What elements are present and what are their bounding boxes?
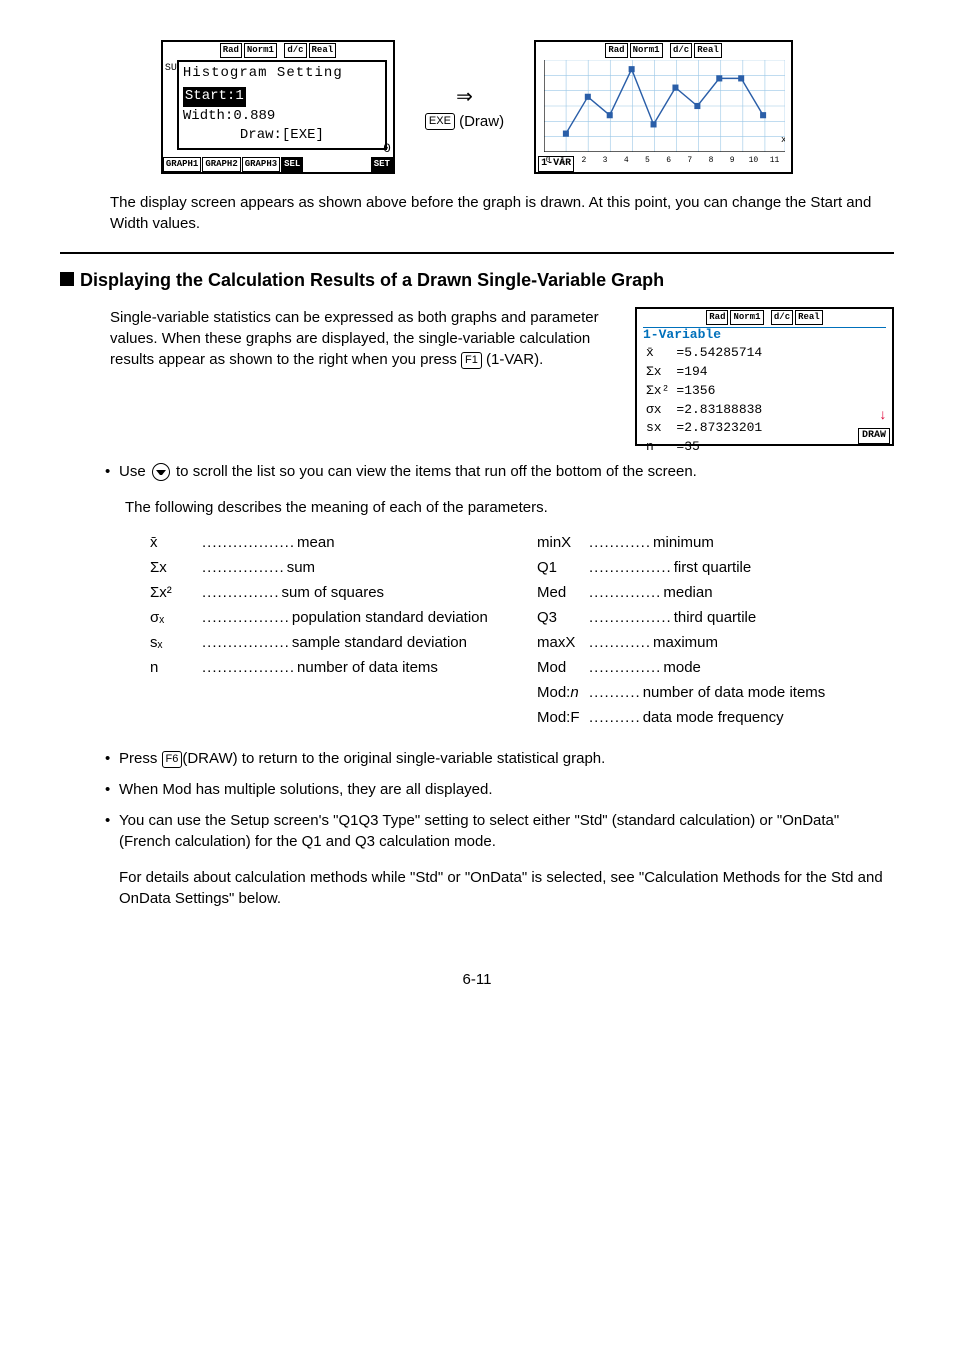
param-symbol: Mod:n bbox=[537, 682, 587, 703]
page-number: 6-11 bbox=[60, 969, 894, 990]
param-row: Σx²...............sum of squares bbox=[150, 582, 507, 603]
param-symbol: Σx² bbox=[150, 582, 200, 603]
param-row: x̄..................mean bbox=[150, 532, 507, 553]
param-desc: sum bbox=[287, 557, 315, 578]
dialog-title: Histogram Setting bbox=[183, 64, 381, 84]
start-value: Start:1 bbox=[183, 87, 246, 107]
param-desc: number of data items bbox=[297, 657, 438, 678]
arrow-column: ⇒ EXE (Draw) bbox=[425, 83, 504, 132]
status-real: Real bbox=[309, 43, 337, 58]
draw-label: (Draw) bbox=[459, 113, 504, 130]
x-ticks: 0 1234567891011 bbox=[544, 155, 785, 166]
note-item: When Mod has multiple solutions, they ar… bbox=[105, 779, 894, 800]
intro-row: Single-variable statistics can be expres… bbox=[60, 307, 894, 446]
param-symbol: Q1 bbox=[537, 557, 587, 578]
results-title: 1-Variable bbox=[643, 327, 886, 343]
scroll-down-icon: ↓ bbox=[879, 407, 887, 427]
param-desc: minimum bbox=[653, 532, 714, 553]
square-bullet-icon bbox=[60, 272, 74, 286]
softkey-row: GRAPH1 GRAPH2 GRAPH3 SEL SET bbox=[163, 157, 393, 172]
param-desc: mode bbox=[663, 657, 701, 678]
cursor-down-icon bbox=[152, 463, 170, 481]
draw-softkey: DRAW bbox=[858, 428, 890, 444]
softkey-set: SET bbox=[371, 157, 393, 172]
param-row: σₓ.................population standard d… bbox=[150, 607, 507, 628]
param-symbol: Mod bbox=[537, 657, 587, 678]
params-left-col: x̄..................mean Σx..............… bbox=[150, 528, 507, 732]
param-row: Σx................sum bbox=[150, 557, 507, 578]
params-right-col: minX............minimum Q1...............… bbox=[537, 528, 894, 732]
param-row: sₓ.................sample standard devia… bbox=[150, 632, 507, 653]
param-desc: population standard deviation bbox=[292, 607, 488, 628]
param-row: Q1................first quartile bbox=[537, 557, 894, 578]
scroll-note: Use to scroll the list so you can view t… bbox=[105, 461, 894, 482]
arrow-icon: ⇒ bbox=[425, 83, 504, 111]
detail-paragraph: For details about calculation methods wh… bbox=[119, 867, 894, 909]
zero-label: 0 bbox=[383, 140, 391, 158]
top-narrative: The display screen appears as shown abov… bbox=[110, 192, 894, 234]
param-desc: sample standard deviation bbox=[292, 632, 467, 653]
param-desc: first quartile bbox=[674, 557, 752, 578]
svg-text:x: x bbox=[781, 134, 785, 145]
param-symbol: maxX bbox=[537, 632, 587, 653]
f1-key: F1 bbox=[461, 352, 482, 369]
param-symbol: Σx bbox=[150, 557, 200, 578]
lcd-1variable-results: RadNorm1 d/cReal 1-Variable x̄=5.5428571… bbox=[635, 307, 894, 446]
param-symbol: minX bbox=[537, 532, 587, 553]
param-desc: median bbox=[663, 582, 712, 603]
f6-key: F6 bbox=[162, 751, 183, 768]
param-row: Q3................third quartile bbox=[537, 607, 894, 628]
status-bar: RadNorm1 d/cReal bbox=[637, 309, 892, 325]
status-bar: RadNorm1 d/cReal bbox=[163, 42, 393, 58]
parameter-columns: x̄..................mean Σx..............… bbox=[150, 528, 894, 732]
status-dc: d/c bbox=[284, 43, 306, 58]
param-desc: data mode frequency bbox=[643, 707, 784, 728]
params-intro: The following describes the meaning of e… bbox=[125, 497, 894, 518]
param-row: Mod:F..........data mode frequency bbox=[537, 707, 894, 728]
draw-hint: Draw:[EXE] bbox=[183, 126, 381, 146]
var-softkey: 1-VAR bbox=[538, 156, 574, 172]
param-row: Mod..............mode bbox=[537, 657, 894, 678]
softkey-sel: SEL bbox=[281, 157, 303, 172]
top-screenshot-row: RadNorm1 d/cReal SUB Histogram Setting S… bbox=[60, 40, 894, 174]
histogram-dialog: Histogram Setting Start:1 Width:0.889 Dr… bbox=[177, 60, 387, 150]
exe-key: EXE bbox=[425, 113, 455, 130]
param-symbol: Mod:F bbox=[537, 707, 587, 728]
scroll-bullet: Use to scroll the list so you can view t… bbox=[105, 461, 894, 482]
param-symbol: n bbox=[150, 657, 200, 678]
notes-list: Press F6(DRAW) to return to the original… bbox=[105, 748, 894, 852]
param-desc: mean bbox=[297, 532, 335, 553]
param-row: maxX............maximum bbox=[537, 632, 894, 653]
note-item: Press F6(DRAW) to return to the original… bbox=[105, 748, 894, 769]
section-divider bbox=[60, 252, 894, 254]
param-row: minX............minimum bbox=[537, 532, 894, 553]
lcd-histogram-setting: RadNorm1 d/cReal SUB Histogram Setting S… bbox=[161, 40, 395, 174]
softkey-graph2: GRAPH2 bbox=[202, 157, 240, 172]
param-symbol: Q3 bbox=[537, 607, 587, 628]
softkey-graph3: GRAPH3 bbox=[242, 157, 280, 172]
chart-canvas: x bbox=[544, 60, 785, 152]
param-desc: sum of squares bbox=[282, 582, 385, 603]
width-value: Width:0.889 bbox=[183, 107, 381, 127]
param-desc: number of data mode items bbox=[643, 682, 826, 703]
param-row: Med..............median bbox=[537, 582, 894, 603]
status-rad: Rad bbox=[220, 43, 242, 58]
section-heading: Displaying the Calculation Results of a … bbox=[60, 268, 894, 293]
param-desc: maximum bbox=[653, 632, 718, 653]
param-symbol: σₓ bbox=[150, 607, 200, 628]
param-row: Mod:n..........number of data mode items bbox=[537, 682, 894, 703]
param-symbol: sₓ bbox=[150, 632, 200, 653]
status-norm: Norm1 bbox=[244, 43, 277, 58]
param-desc: third quartile bbox=[674, 607, 757, 628]
lcd-graph-output: RadNorm1 d/cReal bbox=[534, 40, 793, 174]
softkey-graph1: GRAPH1 bbox=[163, 157, 201, 172]
param-row: n..................number of data items bbox=[150, 657, 507, 678]
param-symbol: x̄ bbox=[150, 532, 200, 553]
status-bar: RadNorm1 d/cReal bbox=[536, 42, 791, 58]
note-item: You can use the Setup screen's "Q1Q3 Typ… bbox=[105, 810, 894, 852]
param-symbol: Med bbox=[537, 582, 587, 603]
intro-paragraph: Single-variable statistics can be expres… bbox=[110, 307, 615, 446]
results-table: x̄=5.54285714Σx=194Σx²=1356σx=2.83188838… bbox=[643, 343, 765, 459]
